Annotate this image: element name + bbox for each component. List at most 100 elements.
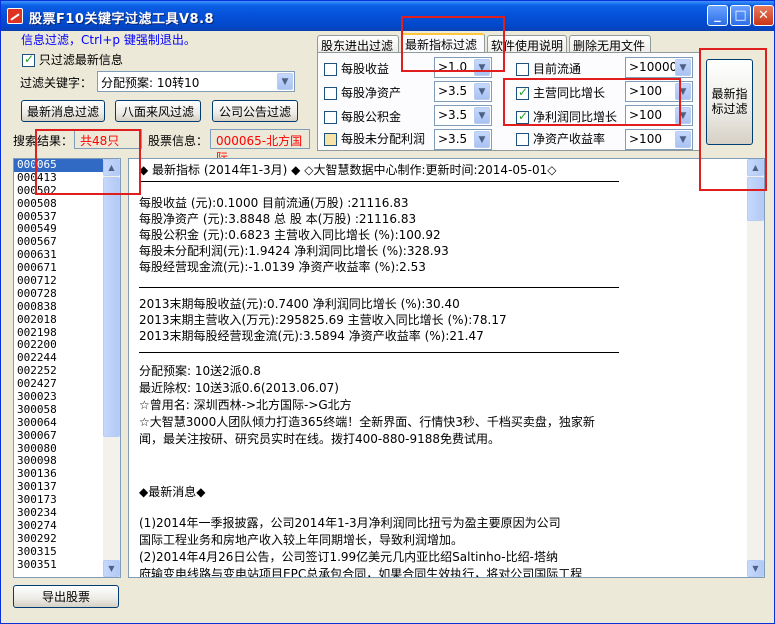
indicator-roe-label: 净资产收益率 — [533, 132, 606, 146]
detail-divider — [139, 352, 619, 353]
chevron-down-icon[interactable]: ▼ — [277, 73, 293, 90]
latest-news-filter-button[interactable]: 最新消息过滤 — [21, 100, 105, 122]
detail-header: ◆ 最新指标 (2014年1-3月) ◆ ◇大智慧数据中心制作:更新时间:201… — [139, 163, 557, 177]
stock-list-item[interactable]: 300315 — [14, 545, 104, 559]
chevron-down-icon[interactable]: ▼ — [675, 107, 691, 124]
tab-usage-guide[interactable]: 软件使用说明 — [487, 35, 567, 53]
indicator-profit-growth-value: >100 — [629, 108, 662, 122]
only-latest-option[interactable]: 只过滤最新信息 — [22, 51, 123, 68]
indicator-roe-select[interactable]: >100 ▼ — [625, 129, 693, 150]
chevron-down-icon[interactable]: ▼ — [474, 83, 490, 100]
indicator-eps-select[interactable]: >1.0 ▼ — [434, 57, 492, 78]
search-result-count: 共48只 — [74, 129, 142, 149]
chevron-down-icon[interactable]: ▼ — [675, 131, 691, 148]
indicator-reserve-value: >3.5 — [438, 108, 468, 122]
only-latest-label: 只过滤最新信息 — [38, 53, 123, 67]
indicator-float-checkbox[interactable] — [516, 63, 529, 76]
scroll-up-icon[interactable]: ▲ — [747, 159, 764, 176]
only-latest-checkbox[interactable] — [22, 52, 35, 67]
indicator-profit-growth-checkbox[interactable] — [516, 109, 529, 124]
stock-list-item[interactable]: 300067 — [14, 429, 104, 443]
indicator-undistributed-select[interactable]: >3.5 ▼ — [434, 129, 492, 150]
scroll-thumb[interactable] — [747, 177, 764, 221]
chevron-down-icon[interactable]: ▼ — [675, 83, 691, 100]
stock-list-item[interactable]: 000502 — [14, 184, 104, 198]
stock-list-item[interactable]: 000065 — [14, 159, 104, 172]
indicator-revenue-growth-select[interactable]: >100 ▼ — [625, 81, 693, 102]
chevron-down-icon[interactable]: ▼ — [474, 107, 490, 124]
indicator-reserve-select[interactable]: >3.5 ▼ — [434, 105, 492, 126]
detail-divider — [139, 287, 619, 288]
search-result-label: 搜索结果： — [13, 134, 74, 148]
tab-shareholder-filter[interactable]: 股东进出过滤 — [317, 35, 399, 53]
scroll-up-icon[interactable]: ▲ — [103, 159, 120, 176]
stock-list-item[interactable]: 000838 — [14, 300, 104, 314]
chevron-down-icon[interactable]: ▼ — [474, 59, 490, 76]
detail-line: 每股经营现金流(元):-1.0139 净资产收益率 (%):2.53 — [139, 260, 426, 274]
indicator-eps[interactable]: 每股收益 — [324, 60, 389, 77]
close-button[interactable]: ✕ — [753, 5, 774, 26]
scroll-down-icon[interactable]: ▼ — [747, 560, 764, 577]
indicator-navps-checkbox[interactable] — [324, 87, 337, 100]
indicator-reserve-checkbox[interactable] — [324, 111, 337, 124]
all-news-filter-button[interactable]: 八面来风过滤 — [115, 100, 201, 122]
indicator-revenue-growth-label: 主营同比增长 — [533, 86, 606, 100]
indicator-roe[interactable]: 净资产收益率 — [516, 130, 605, 147]
stock-list-item[interactable]: 300274 — [14, 519, 104, 533]
stock-list-item[interactable]: 300064 — [14, 416, 104, 430]
minimize-button[interactable]: _ — [707, 5, 728, 26]
stock-info-value: 000065-北方国际 — [210, 129, 310, 165]
news-line: (2)2014年4月26日公告，公司签订1.99亿美元几内亚比绍Saltinho… — [139, 550, 558, 564]
stock-list-item[interactable]: 300234 — [14, 506, 104, 520]
indicator-profit-growth-select[interactable]: >100 ▼ — [625, 105, 693, 126]
indicator-undistributed[interactable]: 每股未分配利润 — [324, 130, 425, 147]
stock-list-item[interactable]: 300058 — [14, 403, 104, 417]
indicator-panel: 每股收益 >1.0 ▼ 每股净资产 >3.5 ▼ 每股公积金 >3.5 ▼ 每股未分配… — [317, 52, 700, 151]
stock-list-item[interactable]: 002018 — [14, 313, 104, 327]
detail-scrollbar[interactable]: ▲ ▼ — [747, 159, 764, 577]
chevron-down-icon[interactable]: ▼ — [675, 59, 691, 76]
keyword-label: 过滤关键字： — [20, 76, 93, 90]
stock-list-item[interactable]: 300351 — [14, 558, 104, 572]
stock-detail-panel[interactable]: ◆ 最新指标 (2014年1-3月) ◆ ◇大智慧数据中心制作:更新时间:201… — [128, 158, 765, 578]
indicator-eps-checkbox[interactable] — [324, 63, 337, 76]
keyword-dropdown[interactable]: 分配预案: 10转10 ▼ — [97, 71, 295, 92]
stock-list[interactable]: 000065 000413 000502 000508 000537 000549 0005… — [13, 158, 121, 578]
title-bar[interactable]: 股票F10关键字过滤工具V8.8 _ □ ✕ — [1, 1, 774, 31]
indicator-navps[interactable]: 每股净资产 — [324, 84, 401, 101]
indicator-roe-checkbox[interactable] — [516, 133, 529, 146]
export-stocks-button[interactable]: 导出股票 — [13, 585, 119, 608]
indicator-revenue-growth-checkbox[interactable] — [516, 85, 529, 100]
chevron-down-icon[interactable]: ▼ — [474, 131, 490, 148]
detail-line: 2013末期每股收益(元):0.7400 净利润同比增长 (%):30.40 — [139, 297, 460, 311]
stock-list-item[interactable]: 000413 — [14, 171, 104, 185]
tab-indicator-filter[interactable]: 最新指标过滤 — [401, 33, 485, 54]
indicator-navps-label: 每股净资产 — [341, 86, 402, 100]
tab-delete-files[interactable]: 删除无用文件 — [569, 35, 651, 53]
detail-line: 2013末期主营收入(万元):295825.69 主营收入同比增长 (%):78… — [139, 313, 507, 327]
indicator-filter-button[interactable]: 最新指标过滤 — [706, 59, 753, 145]
stock-list-item[interactable]: 300292 — [14, 532, 104, 546]
news-line: 府输变电线路与变电站项目EPC总承包合同，如果合同生效执行，将对公司国际工程 — [139, 567, 583, 578]
indicator-float-select[interactable]: >10000 ▼ — [625, 57, 693, 78]
detail-line: ☆大智慧3000人团队倾力打造365终端！全新界面、行情快3秒、千档买卖盘，独家… — [139, 415, 595, 429]
indicator-navps-select[interactable]: >3.5 ▼ — [434, 81, 492, 102]
stock-list-item[interactable]: 000728 — [14, 287, 104, 301]
news-header: ◆最新消息◆ — [139, 485, 206, 499]
indicator-undistributed-checkbox[interactable] — [324, 133, 337, 146]
scroll-down-icon[interactable]: ▼ — [103, 560, 120, 577]
indicator-profit-growth[interactable]: 净利润同比增长 — [516, 108, 617, 125]
indicator-revenue-growth[interactable]: 主营同比增长 — [516, 84, 605, 101]
stock-list-scrollbar[interactable]: ▲ ▼ — [103, 159, 120, 577]
indicator-eps-value: >1.0 — [438, 60, 468, 74]
indicator-reserve[interactable]: 每股公积金 — [324, 108, 401, 125]
scroll-thumb[interactable] — [103, 177, 120, 437]
detail-line: 每股收益 (元):0.1000 目前流通(万股) :21116.83 — [139, 196, 409, 210]
indicator-float[interactable]: 目前流通 — [516, 60, 581, 77]
announcement-filter-button[interactable]: 公司公告过滤 — [212, 100, 298, 122]
stock-list-item[interactable]: 300023 — [14, 390, 104, 404]
stock-list-item[interactable]: 000712 — [14, 274, 104, 288]
window-title: 股票F10关键字过滤工具V8.8 — [29, 12, 215, 27]
maximize-button[interactable]: □ — [730, 5, 751, 26]
stock-list-item[interactable]: 000508 — [14, 197, 104, 211]
